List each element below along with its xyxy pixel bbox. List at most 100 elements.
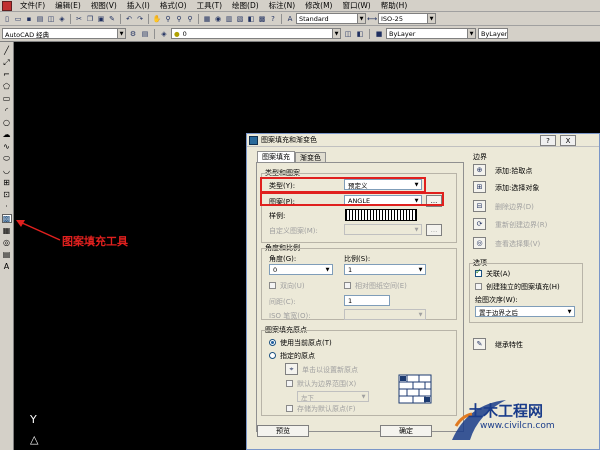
menu-tools[interactable]: 工具(T) <box>192 0 227 11</box>
layer-manager-icon[interactable]: ◈ <box>159 29 169 39</box>
workspace-select[interactable]: AutoCAD 经典 ▼ <box>2 28 126 39</box>
menu-format[interactable]: 格式(O) <box>155 0 192 11</box>
recreate-boundary-icon[interactable]: ⟳ <box>473 218 486 230</box>
construction-line-icon[interactable]: ⤢ <box>2 58 12 67</box>
menu-dimension[interactable]: 标注(N) <box>264 0 300 11</box>
close-button[interactable]: X <box>560 135 576 146</box>
associative-checkbox[interactable] <box>475 267 482 277</box>
separate-hatches-checkbox[interactable] <box>475 283 482 290</box>
spacing-input[interactable]: 1 <box>344 295 390 306</box>
copy-icon[interactable]: ❐ <box>85 14 95 24</box>
ok-button[interactable]: 确定 <box>380 425 432 437</box>
menu-edit[interactable]: 编辑(E) <box>50 0 86 11</box>
store-default-checkbox[interactable] <box>286 405 293 412</box>
preview-button[interactable]: 预览 <box>257 425 309 437</box>
redo-icon[interactable]: ↷ <box>135 14 145 24</box>
add-select-objects-icon[interactable]: ⊞ <box>473 181 486 193</box>
double-checkbox[interactable] <box>269 282 276 289</box>
add-pick-points-icon[interactable]: ⊕ <box>473 164 486 176</box>
markup-icon[interactable]: ◧ <box>246 14 256 24</box>
spline-icon[interactable]: ∿ <box>2 142 12 151</box>
dialog-titlebar: 图案填充和渐变色 ? X <box>247 134 599 147</box>
color-select[interactable]: ByLayer ▼ <box>386 28 476 39</box>
calculator-icon[interactable]: ▩ <box>257 14 267 24</box>
menu-file[interactable]: 文件(F) <box>15 0 50 11</box>
rectangle-icon[interactable]: ▭ <box>2 94 12 103</box>
zoom-realtime-icon[interactable]: ⚲ <box>163 14 173 24</box>
separator <box>120 13 121 24</box>
specified-origin-radio[interactable] <box>269 352 276 359</box>
tab-hatch[interactable]: 图案填充 <box>257 151 295 162</box>
default-extent-checkbox[interactable] <box>286 380 293 387</box>
pattern-swatch[interactable] <box>345 209 417 221</box>
polygon-icon[interactable]: ⬠ <box>2 82 12 91</box>
help-icon[interactable]: ? <box>268 14 278 24</box>
relative-paper-checkbox[interactable] <box>344 282 351 289</box>
menu-view[interactable]: 视图(V) <box>86 0 122 11</box>
custom-browse-button[interactable]: ... <box>426 224 442 236</box>
menu-window[interactable]: 窗口(W) <box>337 0 375 11</box>
make-block-icon[interactable]: ⊡ <box>2 190 12 199</box>
swatch-label: 样例: <box>269 212 286 220</box>
table-icon[interactable]: ▤ <box>2 250 12 259</box>
paste-icon[interactable]: ▣ <box>96 14 106 24</box>
view-selections-icon[interactable]: ◎ <box>473 237 486 249</box>
revision-cloud-icon[interactable]: ☁ <box>2 130 12 139</box>
sheet-set-icon[interactable]: ▧ <box>235 14 245 24</box>
insert-block-icon[interactable]: ⊞ <box>2 178 12 187</box>
tool-palettes-icon[interactable]: ▥ <box>224 14 234 24</box>
draw-order-select[interactable]: 置于边界之后 ▼ <box>475 306 575 317</box>
chevron-down-icon: ▼ <box>117 29 125 38</box>
dim-style-select[interactable]: ISO-25 ▼ <box>378 13 436 24</box>
print-icon[interactable]: ▤ <box>35 14 45 24</box>
menu-help[interactable]: 帮助(H) <box>376 0 413 11</box>
ellipse-arc-icon[interactable]: ◡ <box>2 166 12 175</box>
remove-boundary-icon[interactable]: ⊟ <box>473 200 486 212</box>
multiline-text-icon[interactable]: A <box>2 262 12 271</box>
save-icon[interactable]: ▪ <box>24 14 34 24</box>
new-icon[interactable]: ▯ <box>2 14 12 24</box>
workspace-settings-icon[interactable]: ⚙ <box>128 29 138 39</box>
undo-icon[interactable]: ↶ <box>124 14 134 24</box>
layer-previous-icon[interactable]: ◧ <box>355 29 365 39</box>
layer-select[interactable]: ● 0 ▼ <box>171 28 341 39</box>
add-pick-points-label: 添加:拾取点 <box>495 167 533 175</box>
region-icon[interactable]: ◎ <box>2 238 12 247</box>
menu-modify[interactable]: 修改(M) <box>300 0 337 11</box>
boundary-group-label: 边界 <box>473 153 487 161</box>
menu-insert[interactable]: 插入(I) <box>122 0 155 11</box>
point-icon[interactable]: · <box>2 202 12 211</box>
pan-icon[interactable]: ✋ <box>152 14 162 24</box>
separator <box>154 28 155 39</box>
polyline-icon[interactable]: ⌐ <box>2 70 12 79</box>
workspace-save-icon[interactable]: ▤ <box>140 29 150 39</box>
properties-icon[interactable]: ▦ <box>202 14 212 24</box>
menu-draw[interactable]: 绘图(D) <box>227 0 264 11</box>
design-center-icon[interactable]: ◉ <box>213 14 223 24</box>
gradient-icon[interactable]: ▦ <box>2 226 12 235</box>
help-button[interactable]: ? <box>540 135 556 146</box>
zoom-window-icon[interactable]: ⚲ <box>174 14 184 24</box>
linetype-select[interactable]: ByLayer <box>478 28 508 39</box>
cut-icon[interactable]: ✂ <box>74 14 84 24</box>
inherit-properties-icon[interactable]: ✎ <box>473 338 486 350</box>
custom-pattern-select[interactable]: ▼ <box>344 224 422 235</box>
ellipse-icon[interactable]: ⬭ <box>2 154 12 163</box>
circle-icon[interactable]: ○ <box>2 118 12 127</box>
make-current-icon[interactable]: ◫ <box>343 29 353 39</box>
zoom-previous-icon[interactable]: ⚲ <box>185 14 195 24</box>
open-icon[interactable]: ▭ <box>13 14 23 24</box>
arc-icon[interactable]: ◜ <box>2 106 12 115</box>
line-icon[interactable]: ╱ <box>2 46 12 55</box>
use-current-origin-radio[interactable] <box>269 339 276 346</box>
text-style-select[interactable]: Standard ▼ <box>296 13 366 24</box>
preview-icon[interactable]: ◫ <box>46 14 56 24</box>
set-origin-icon[interactable]: ⌖ <box>285 363 298 375</box>
iso-pen-width-select[interactable]: ▼ <box>344 309 426 320</box>
angle-select[interactable]: 0 ▼ <box>269 264 333 275</box>
match-properties-icon[interactable]: ✎ <box>107 14 117 24</box>
hatch-icon[interactable]: ▩ <box>1 214 12 223</box>
publish-icon[interactable]: ◈ <box>57 14 67 24</box>
scale-select[interactable]: 1 ▼ <box>344 264 426 275</box>
origin-position-select[interactable]: 左下 ▼ <box>297 391 369 402</box>
